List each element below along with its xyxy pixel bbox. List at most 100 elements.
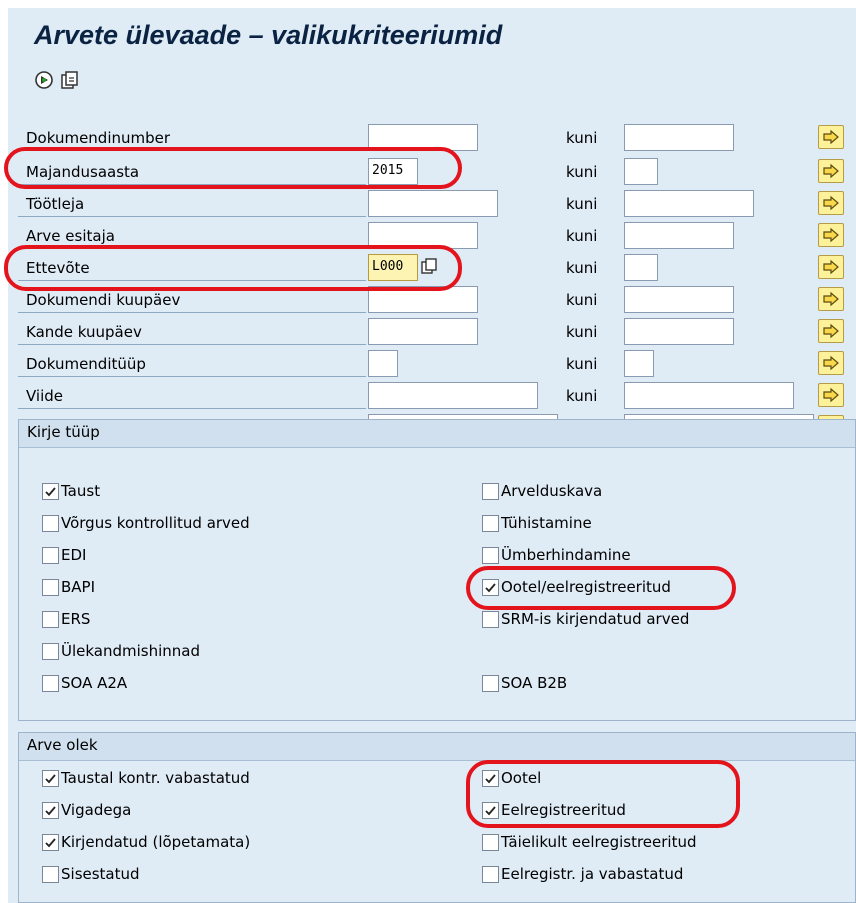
field-label-underline: [18, 408, 366, 409]
field-label: Arve esitaja: [26, 227, 115, 245]
group-entry-type: Kirje tüüp: [18, 419, 856, 721]
field-from-input[interactable]: [368, 350, 398, 377]
multiple-selection-button[interactable]: [818, 223, 844, 247]
highlight-company: [4, 245, 462, 291]
checkbox-label: Kirjendatud (lõpetamata): [61, 833, 251, 851]
to-label: kuni: [566, 387, 598, 405]
execute-icon[interactable]: [34, 70, 56, 92]
checkbox[interactable]: [42, 834, 59, 851]
group-invoice-status-title: Arve olek: [27, 736, 98, 754]
field-to-input[interactable]: [624, 382, 794, 409]
multiple-selection-button[interactable]: [818, 287, 844, 311]
group-entry-type-header: Kirje tüüp: [19, 420, 855, 448]
to-label: kuni: [566, 195, 598, 213]
arrow-right-icon: [823, 356, 839, 370]
multiple-selection-button[interactable]: [818, 351, 844, 375]
checkbox[interactable]: [42, 483, 59, 500]
get-variant-icon[interactable]: [60, 70, 82, 92]
to-label: kuni: [566, 129, 598, 147]
field-from-input[interactable]: [368, 318, 478, 345]
checkbox[interactable]: [42, 866, 59, 883]
field-to-input[interactable]: [624, 190, 754, 217]
field-label: Dokumendinumber: [26, 129, 171, 147]
field-label: Viide: [26, 387, 64, 405]
checkbox[interactable]: [42, 675, 59, 692]
checkbox-label: ERS: [61, 610, 91, 628]
checkbox-label: Sisestatud: [61, 865, 140, 883]
checkbox[interactable]: [482, 547, 499, 564]
field-label: Kande kuupäev: [26, 323, 142, 341]
checkbox[interactable]: [42, 579, 59, 596]
multiple-selection-button[interactable]: [818, 319, 844, 343]
checkbox-label: Täielikult eelregistreeritud: [501, 833, 697, 851]
checkbox[interactable]: [42, 770, 59, 787]
field-label-underline: [18, 344, 366, 345]
checkbox[interactable]: [482, 675, 499, 692]
checkbox[interactable]: [42, 643, 59, 660]
group-invoice-status-header: Arve olek: [19, 733, 855, 761]
multiple-selection-button[interactable]: [818, 191, 844, 215]
to-label: kuni: [566, 227, 598, 245]
checkbox-label: Vigadega: [61, 801, 132, 819]
multiple-selection-button[interactable]: [818, 383, 844, 407]
field-label: Töötleja: [26, 195, 85, 213]
checkmark-icon: [45, 838, 56, 848]
checkbox[interactable]: [482, 483, 499, 500]
arrow-right-icon: [823, 324, 839, 338]
to-label: kuni: [566, 163, 598, 181]
field-label-underline: [18, 376, 366, 377]
checkbox-label: Taustal kontr. vabastatud: [61, 769, 250, 787]
arrow-right-icon: [823, 130, 839, 144]
checkbox[interactable]: [42, 515, 59, 532]
arrow-right-icon: [823, 164, 839, 178]
field-to-input[interactable]: [624, 254, 658, 281]
arrow-right-icon: [823, 388, 839, 402]
checkmark-icon: [45, 487, 56, 497]
page-title: Arvete ülevaade – valikukriteeriumid: [34, 20, 503, 50]
field-from-input[interactable]: [368, 382, 538, 409]
field-to-input[interactable]: [624, 350, 654, 377]
field-to-input[interactable]: [624, 222, 734, 249]
multiple-selection-button[interactable]: [818, 159, 844, 183]
checkbox-label: SRM-is kirjendatud arved: [501, 610, 690, 628]
multiple-selection-button[interactable]: [818, 255, 844, 279]
to-label: kuni: [566, 355, 598, 373]
checkbox-label: SOA A2A: [61, 674, 128, 692]
checkbox-label: Tühistamine: [501, 514, 592, 532]
field-label-underline: [18, 216, 366, 217]
checkbox[interactable]: [482, 834, 499, 851]
to-label: kuni: [566, 259, 598, 277]
arrow-right-icon: [823, 260, 839, 274]
checkbox-label: Taust: [61, 482, 101, 500]
field-from-input[interactable]: [368, 190, 498, 217]
checkmark-icon: [45, 806, 56, 816]
checkbox[interactable]: [482, 611, 499, 628]
field-label-underline: [18, 312, 366, 313]
checkbox-label: Ümberhindamine: [501, 546, 631, 564]
highlight-fiscal-year: [4, 147, 462, 189]
checkmark-icon: [45, 774, 56, 784]
checkbox[interactable]: [42, 547, 59, 564]
field-to-input[interactable]: [624, 158, 658, 185]
arrow-right-icon: [823, 228, 839, 242]
checkbox[interactable]: [482, 866, 499, 883]
checkbox-label: SOA B2B: [501, 674, 568, 692]
field-label: Dokumendi kuupäev: [26, 291, 181, 309]
checkbox-label: Arvelduskava: [501, 482, 603, 500]
checkbox[interactable]: [42, 802, 59, 819]
checkbox[interactable]: [42, 611, 59, 628]
field-to-input[interactable]: [624, 124, 734, 151]
multiple-selection-button[interactable]: [818, 125, 844, 149]
field-to-input[interactable]: [624, 318, 734, 345]
to-label: kuni: [566, 323, 598, 341]
checkbox-label: Võrgus kontrollitud arved: [61, 514, 250, 532]
field-to-input[interactable]: [624, 286, 734, 313]
arrow-right-icon: [823, 292, 839, 306]
checkbox[interactable]: [482, 515, 499, 532]
checkbox-label: BAPI: [61, 578, 96, 596]
group-entry-type-title: Kirje tüüp: [27, 423, 100, 441]
highlight-status-parked: [466, 760, 740, 828]
highlight-parked-preregistered: [466, 566, 736, 610]
to-label: kuni: [566, 291, 598, 309]
arrow-right-icon: [823, 196, 839, 210]
